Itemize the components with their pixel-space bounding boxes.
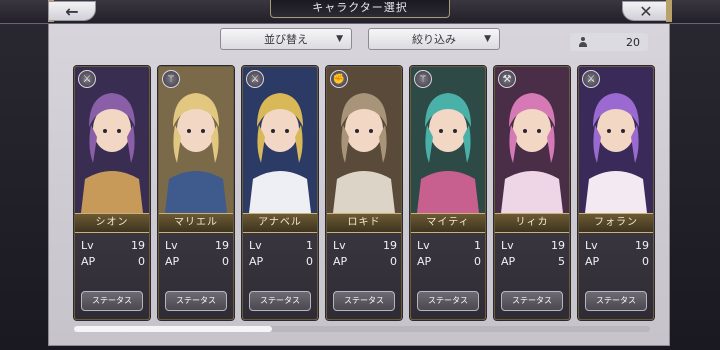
screen-title: キャラクター選択 (270, 0, 450, 18)
staff-icon: ⚚ (414, 70, 432, 88)
character-card[interactable]: ⚔ フォラン Lv 19 AP 0 ステータス (578, 66, 654, 320)
sword-icon: ⚔ (246, 70, 264, 88)
ap-row: AP 0 (333, 254, 397, 268)
character-card[interactable]: ⚔ シオン Lv 19 AP 0 ステータス (74, 66, 150, 320)
character-portrait (327, 67, 401, 213)
level-row: Lv 19 (501, 238, 565, 252)
back-button[interactable]: ← (48, 1, 96, 21)
status-button[interactable]: ステータス (81, 291, 143, 311)
character-name: ロキド (327, 213, 401, 233)
status-button[interactable]: ステータス (333, 291, 395, 311)
character-portrait (495, 67, 569, 213)
level-row: Lv 19 (165, 238, 229, 252)
level-row: Lv 19 (585, 238, 649, 252)
ap-row: AP 0 (585, 254, 649, 268)
level-row: Lv 19 (333, 238, 397, 252)
ap-row: AP 5 (501, 254, 565, 268)
character-portrait (411, 67, 485, 213)
filter-dropdown[interactable]: 絞り込み ▼ (368, 28, 500, 50)
ap-row: AP 0 (249, 254, 313, 268)
level-row: Lv 19 (81, 238, 145, 252)
character-name: アナベル (243, 213, 317, 233)
horizontal-scrollbar[interactable] (74, 326, 650, 332)
character-portrait (243, 67, 317, 213)
status-button[interactable]: ステータス (417, 291, 479, 311)
axe-icon: ⚒ (498, 70, 516, 88)
character-name: フォラン (579, 213, 653, 233)
character-name: シオン (75, 213, 149, 233)
person-icon (578, 37, 588, 47)
sword-icon: ⚔ (78, 70, 96, 88)
character-portrait (579, 67, 653, 213)
character-card[interactable]: ⚔ アナベル Lv 1 AP 0 ステータス (242, 66, 318, 320)
character-card[interactable]: ✊ ロキド Lv 19 AP 0 ステータス (326, 66, 402, 320)
filter-label: 絞り込み (412, 33, 456, 46)
level-row: Lv 1 (417, 238, 481, 252)
sword-icon: ⚔ (582, 70, 600, 88)
character-name: マリエル (159, 213, 233, 233)
character-card[interactable]: ⚒ リィカ Lv 19 AP 5 ステータス (494, 66, 570, 320)
sort-dropdown[interactable]: 並び替え ▼ (220, 28, 352, 50)
character-count-value: 20 (626, 35, 640, 49)
character-portrait (75, 67, 149, 213)
sort-label: 並び替え (264, 33, 308, 46)
dropdown-arrow-icon: ▼ (484, 34, 491, 44)
status-button[interactable]: ステータス (249, 291, 311, 311)
character-card[interactable]: ⚚ マリエル Lv 19 AP 0 ステータス (158, 66, 234, 320)
status-button[interactable]: ステータス (585, 291, 647, 311)
ap-row: AP 0 (417, 254, 481, 268)
ap-row: AP 0 (81, 254, 145, 268)
gold-trim-right (666, 0, 672, 22)
staff-icon: ⚚ (162, 70, 180, 88)
level-row: Lv 1 (249, 238, 313, 252)
scrollbar-thumb[interactable] (74, 326, 272, 332)
back-arrow-icon: ← (65, 1, 79, 21)
character-name: マイティ (411, 213, 485, 233)
character-name: リィカ (495, 213, 569, 233)
fist-icon: ✊ (330, 70, 348, 88)
status-button[interactable]: ステータス (501, 291, 563, 311)
ap-row: AP 0 (165, 254, 229, 268)
close-button[interactable]: ✕ (622, 1, 670, 21)
status-button[interactable]: ステータス (165, 291, 227, 311)
dropdown-arrow-icon: ▼ (336, 34, 343, 44)
character-card[interactable]: ⚚ マイティ Lv 1 AP 0 ステータス (410, 66, 486, 320)
character-portrait (159, 67, 233, 213)
close-icon: ✕ (639, 1, 653, 21)
character-count: 20 (570, 33, 648, 51)
